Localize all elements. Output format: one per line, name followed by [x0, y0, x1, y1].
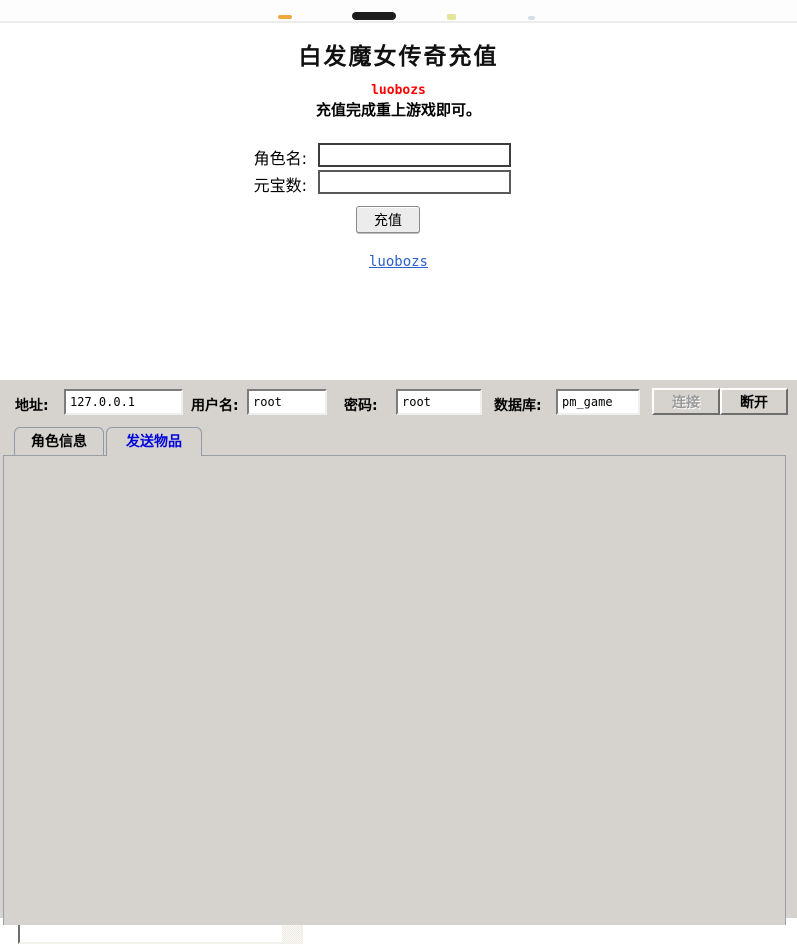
database-input[interactable]	[556, 389, 640, 415]
tab-send-items[interactable]: 发送物品	[106, 427, 202, 456]
recharge-button[interactable]: 充值	[356, 206, 420, 233]
tab-role-info[interactable]: 角色信息	[14, 427, 104, 455]
database-label: 数据库:	[494, 395, 542, 415]
address-input[interactable]	[64, 389, 183, 415]
yuanbao-input[interactable]	[318, 170, 511, 194]
yuanbao-row: 元宝数:	[250, 170, 550, 194]
account-name-text: luobozs	[0, 83, 797, 98]
chrome-fragment-icon	[447, 14, 456, 20]
chrome-fragment-icon	[528, 16, 535, 20]
role-name-label: 角色名:	[254, 145, 307, 169]
role-name-input[interactable]	[318, 143, 511, 167]
tab-page	[3, 455, 786, 925]
password-input[interactable]	[396, 389, 482, 415]
address-label: 地址:	[15, 395, 49, 415]
connect-button[interactable]: 连接	[652, 388, 720, 415]
notice-text: 充值完成重上游戏即可。	[0, 99, 797, 120]
recharge-page: 白发魔女传奇充值 luobozs 充值完成重上游戏即可。 角色名: 元宝数: 充…	[0, 23, 797, 380]
gm-tool-window: 地址: 用户名: 密码: 数据库: 连接 断开 角色信息 发送物品 物品ID 物…	[0, 380, 797, 918]
chrome-fragment-text	[352, 12, 396, 20]
password-label: 密码:	[344, 395, 378, 415]
disconnect-button[interactable]: 断开	[720, 388, 788, 415]
username-label: 用户名:	[191, 395, 239, 415]
browser-chrome-strip	[0, 0, 797, 23]
chrome-fragment-icon	[278, 15, 292, 19]
page-title: 白发魔女传奇充值	[0, 37, 797, 71]
yuanbao-label: 元宝数:	[254, 172, 307, 196]
role-name-row: 角色名:	[250, 143, 550, 167]
username-input[interactable]	[247, 389, 327, 415]
account-link[interactable]: luobozs	[369, 254, 428, 270]
